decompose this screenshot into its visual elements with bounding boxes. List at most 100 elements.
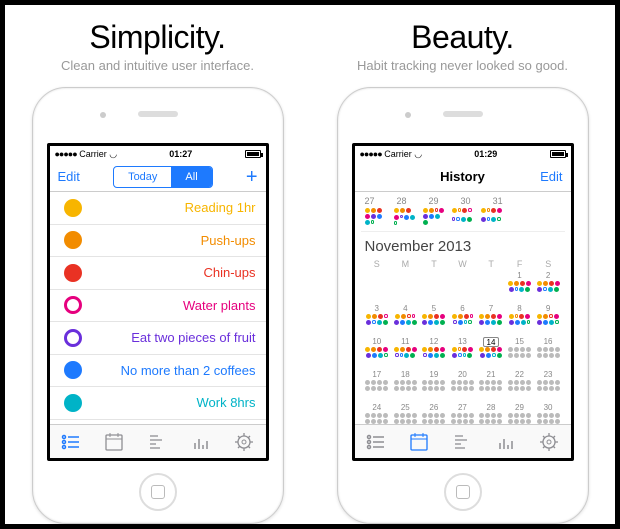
calendar-day[interactable]: 1 <box>505 271 534 304</box>
list-icon[interactable] <box>365 431 387 453</box>
habit-label: Work 8hrs <box>94 395 256 410</box>
day-dot-cluster <box>450 380 474 391</box>
calendar-day[interactable]: 7 <box>477 304 506 337</box>
habit-label: Chin-ups <box>94 265 256 280</box>
calendar-day[interactable]: 9 <box>534 304 563 337</box>
day-dot-cluster <box>508 281 532 292</box>
day-dot-cluster <box>479 413 503 424</box>
day-dot-cluster <box>481 208 503 225</box>
day-number: 14 <box>483 337 500 347</box>
habit-row[interactable]: Reading 1hr <box>50 192 266 225</box>
calendar-day[interactable]: 15 <box>505 337 534 370</box>
segmented-control[interactable]: Today All <box>113 166 213 188</box>
day-dot-cluster <box>393 347 417 358</box>
day-dot-cluster <box>365 380 389 391</box>
dow-label: T <box>420 259 449 269</box>
day-number: 29 <box>515 403 524 413</box>
day-dot-cluster <box>536 413 560 424</box>
habit-color-dot <box>64 329 82 347</box>
status-bar: ●●●●● Carrier ◡ 01:29 <box>355 146 571 162</box>
home-button[interactable] <box>139 473 177 511</box>
day-number: 28 <box>487 403 496 413</box>
calendar-day[interactable]: 2 <box>534 271 563 304</box>
habit-row[interactable]: Eat two pieces of fruit <box>50 322 266 355</box>
day-number: 8 <box>517 304 521 314</box>
list-icon[interactable] <box>60 431 82 453</box>
tab-bar <box>355 424 571 458</box>
headline-right: Beauty. <box>411 19 514 56</box>
day-number: 11 <box>401 337 409 347</box>
day-number: 15 <box>515 337 524 347</box>
calendar-day[interactable]: 10 <box>363 337 392 370</box>
calendar-day[interactable]: 22 <box>505 370 534 403</box>
habit-label: Water plants <box>94 298 256 313</box>
calendar-day[interactable]: 6 <box>448 304 477 337</box>
day-dot-cluster <box>536 281 560 292</box>
day-number: 12 <box>429 337 438 347</box>
chart-icon[interactable] <box>495 431 517 453</box>
day-number: 13 <box>458 337 467 347</box>
day-number: 21 <box>487 370 496 380</box>
home-button[interactable] <box>444 473 482 511</box>
headline-left: Simplicity. <box>89 19 225 56</box>
screen-habits: ●●●●● Carrier ◡ 01:27 Edit Today All + R… <box>47 143 269 461</box>
day-number: 4 <box>403 304 407 314</box>
dow-label: W <box>448 259 477 269</box>
calendar-day[interactable]: 21 <box>477 370 506 403</box>
calendar-day[interactable]: 13 <box>448 337 477 370</box>
chart-icon[interactable] <box>190 431 212 453</box>
habit-row[interactable]: Chin-ups <box>50 257 266 290</box>
calendar-day[interactable]: 14 <box>477 337 506 370</box>
dow-label: T <box>477 259 506 269</box>
gear-icon[interactable] <box>233 431 255 453</box>
nav-bar: Edit Today All + <box>50 162 266 192</box>
day-dot-cluster <box>365 413 389 424</box>
add-button[interactable]: + <box>246 167 258 187</box>
day-number: 17 <box>372 370 381 380</box>
seg-today[interactable]: Today <box>114 167 171 187</box>
gear-icon[interactable] <box>538 431 560 453</box>
day-dot-cluster <box>393 380 417 391</box>
habit-row[interactable]: No more than 2 coffees <box>50 355 266 388</box>
calendar-day[interactable]: 4 <box>391 304 420 337</box>
calendar-day[interactable]: 8 <box>505 304 534 337</box>
seg-all[interactable]: All <box>171 167 211 187</box>
habit-label: No more than 2 coffees <box>94 363 256 378</box>
calendar-day[interactable]: 19 <box>420 370 449 403</box>
day-dot-cluster <box>508 347 532 358</box>
calendar-day[interactable]: 12 <box>420 337 449 370</box>
day-number: 26 <box>429 403 438 413</box>
day-number: 22 <box>515 370 524 380</box>
day-number: 2 <box>546 271 550 281</box>
habit-row[interactable]: Push-ups <box>50 225 266 258</box>
day-number: 16 <box>544 337 553 347</box>
calendar-day[interactable]: 11 <box>391 337 420 370</box>
calendar-icon[interactable] <box>103 431 125 453</box>
prev-day-number: 31 <box>493 196 503 206</box>
habit-row[interactable]: Work 8hrs <box>50 387 266 420</box>
calendar-day[interactable]: 17 <box>363 370 392 403</box>
stats-icon[interactable] <box>451 431 473 453</box>
calendar-day[interactable]: 3 <box>363 304 392 337</box>
edit-button[interactable]: Edit <box>58 169 80 184</box>
stats-icon[interactable] <box>146 431 168 453</box>
calendar-day[interactable]: 18 <box>391 370 420 403</box>
calendar-day[interactable]: 20 <box>448 370 477 403</box>
day-dot-cluster <box>508 314 532 325</box>
habit-row[interactable]: Water plants <box>50 290 266 323</box>
day-number: 6 <box>460 304 464 314</box>
calendar-day[interactable]: 23 <box>534 370 563 403</box>
month-header: November 2013 <box>361 232 565 259</box>
day-number: 27 <box>458 403 467 413</box>
day-dot-cluster <box>365 314 389 325</box>
calendar-icon[interactable] <box>408 431 430 453</box>
calendar-day[interactable]: 5 <box>420 304 449 337</box>
day-dot-cluster <box>452 208 474 225</box>
status-bar: ●●●●● Carrier ◡ 01:27 <box>50 146 266 162</box>
phone-frame-left: ●●●●● Carrier ◡ 01:27 Edit Today All + R… <box>32 87 284 524</box>
calendar-day[interactable]: 16 <box>534 337 563 370</box>
day-number: 19 <box>429 370 438 380</box>
habit-color-dot <box>64 361 82 379</box>
prev-day-number: 28 <box>397 196 407 206</box>
edit-button[interactable]: Edit <box>533 169 563 184</box>
